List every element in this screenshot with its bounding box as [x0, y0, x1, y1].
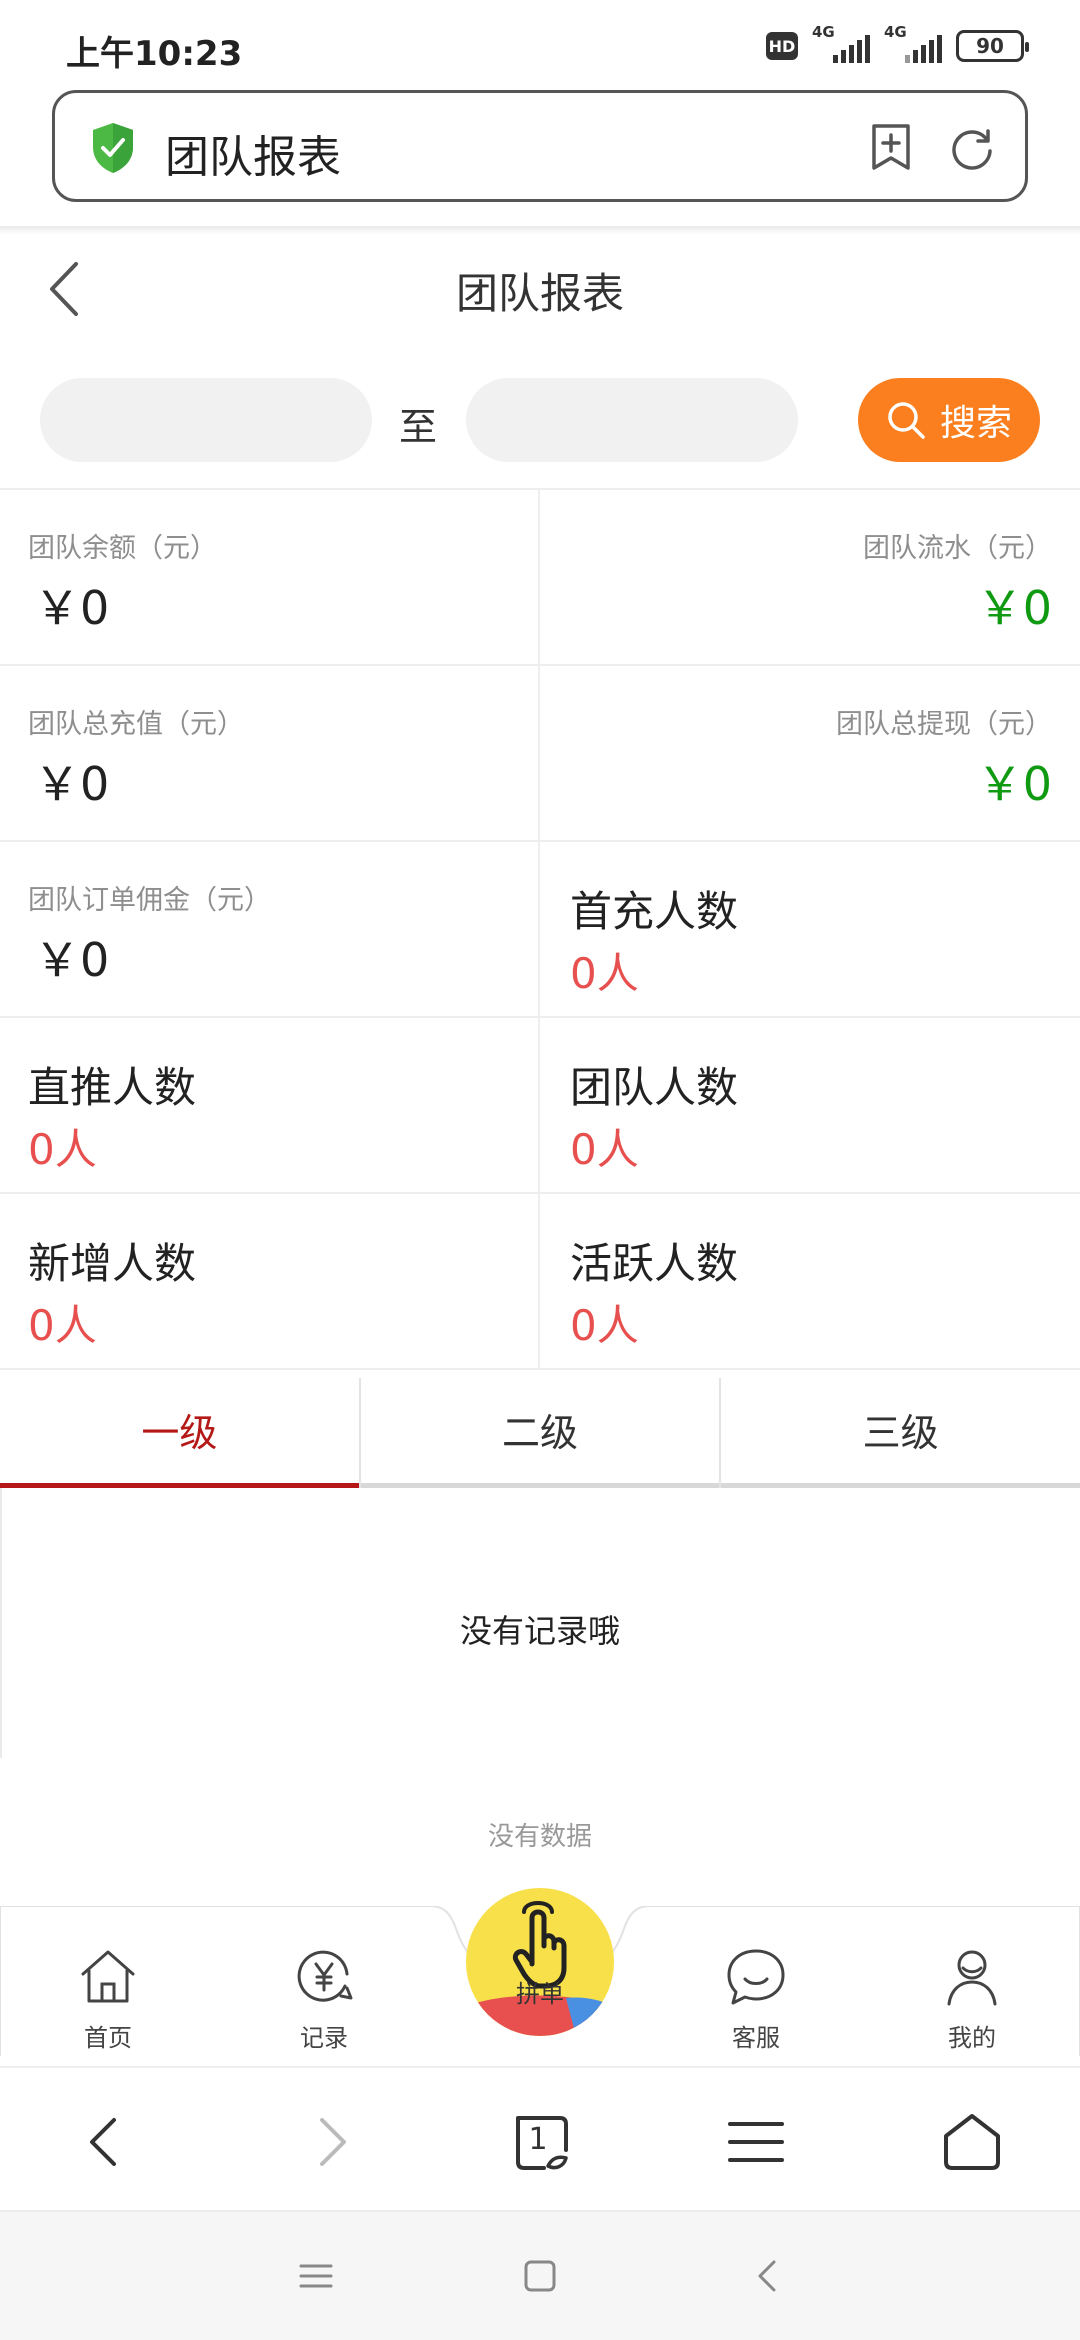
stat-label: 新增人数: [28, 1239, 197, 1288]
stat-total-recharge: 团队总充值（元） ￥0: [0, 666, 540, 842]
empty-records-text: 没有记录哦: [459, 1612, 620, 1650]
stat-label: 团队总提现（元）: [836, 709, 1052, 740]
chat-bubble-icon: [727, 1949, 785, 2005]
nav-label: 客服: [732, 2024, 780, 2052]
stat-count: 0人: [570, 1301, 639, 1350]
stat-total-withdraw: 团队总提现（元） ￥0: [540, 666, 1080, 842]
stat-label: 团队人数: [570, 1063, 739, 1112]
tab-level-1[interactable]: 一级: [0, 1378, 359, 1488]
address-bar[interactable]: 团队报表: [52, 90, 1028, 202]
tab-level-2[interactable]: 二级: [358, 1378, 720, 1488]
stat-first-recharge: 首充人数 0人: [540, 842, 1080, 1018]
status-bar: 上午10:23 HD 4G 4G 90: [0, 0, 1080, 86]
nav-records[interactable]: 记录: [264, 1946, 384, 2058]
refresh-icon[interactable]: [947, 123, 997, 173]
stat-label: 团队余额（元）: [28, 533, 217, 564]
nav-label: 记录: [300, 2024, 348, 2052]
stat-team-balance: 团队余额（元） ￥0: [0, 490, 540, 666]
nav-home[interactable]: 首页: [48, 1946, 168, 2058]
tap-hand-icon: [466, 1901, 614, 2036]
home-square-icon[interactable]: [522, 2258, 558, 2294]
forward-arrow-icon[interactable]: [298, 2110, 362, 2174]
browser-toolbar: 1: [0, 2066, 1080, 2210]
hd-icon: HD: [766, 32, 798, 60]
tab-label: 二级: [502, 1411, 579, 1455]
search-button[interactable]: 搜索: [858, 378, 1040, 462]
level-tabs: 一级 二级 三级: [0, 1378, 1080, 1488]
stat-team-turnover: 团队流水（元） ￥0: [540, 490, 1080, 666]
tabs-button[interactable]: 1: [510, 2110, 574, 2174]
home-icon: [81, 1950, 135, 2003]
stat-count: 0人: [570, 949, 639, 998]
network-type-2: 4G: [884, 23, 907, 41]
stat-value: ￥0: [976, 757, 1052, 811]
stat-value: ￥0: [976, 581, 1052, 635]
recents-icon[interactable]: [298, 2258, 334, 2294]
signal-icon: 4G: [812, 23, 870, 63]
stat-value: ￥0: [34, 581, 110, 635]
bookmark-add-icon[interactable]: [869, 123, 913, 171]
divider: [0, 226, 1080, 234]
back-arrow-icon[interactable]: [74, 2110, 138, 2174]
stat-label: 团队流水（元）: [863, 533, 1052, 564]
nav-group-buy[interactable]: 拼单: [466, 1888, 614, 2036]
date-separator: 至: [398, 405, 437, 449]
stat-direct-referrals: 直推人数 0人: [0, 1018, 540, 1194]
stat-label: 直推人数: [28, 1063, 197, 1112]
menu-icon[interactable]: [724, 2110, 788, 2174]
battery-icon: 90: [956, 30, 1029, 62]
battery-level: 90: [976, 34, 1004, 58]
user-icon: [947, 1950, 997, 2006]
page-title: 团队报表: [455, 269, 624, 318]
stat-count: 0人: [28, 1125, 97, 1174]
nav-mine[interactable]: 我的: [912, 1946, 1032, 2058]
nav-label: 首页: [84, 2024, 132, 2052]
nav-label: 我的: [948, 2024, 996, 2052]
tab-count: 1: [528, 2122, 548, 2157]
no-data-text: 没有数据: [487, 1822, 592, 1852]
nav-label: 拼单: [516, 1980, 564, 2008]
tab-label: 三级: [862, 1411, 939, 1455]
search-icon: [888, 402, 925, 439]
stat-new-members: 新增人数 0人: [0, 1194, 540, 1370]
address-title: 团队报表: [165, 132, 341, 183]
signal-icon-2: 4G: [884, 23, 942, 63]
stat-count: 0人: [570, 1125, 639, 1174]
nav-service[interactable]: 客服: [696, 1946, 816, 2058]
stat-order-commission: 团队订单佣金（元） ￥0: [0, 842, 540, 1018]
back-triangle-icon[interactable]: [750, 2258, 786, 2294]
status-time: 上午10:23: [66, 34, 243, 74]
tab-level-3[interactable]: 三级: [719, 1378, 1080, 1488]
stat-active-members: 活跃人数 0人: [540, 1194, 1080, 1370]
home-outline-icon[interactable]: [940, 2110, 1004, 2174]
end-date-input[interactable]: [466, 378, 798, 462]
tab-label: 一级: [141, 1411, 218, 1455]
stat-label: 首充人数: [570, 887, 739, 936]
search-button-label: 搜索: [939, 403, 1012, 444]
stat-label: 团队总充值（元）: [28, 709, 244, 740]
status-icons: HD 4G 4G 90: [766, 23, 1029, 64]
start-date-input[interactable]: [40, 378, 372, 462]
stat-count: 0人: [28, 1301, 97, 1350]
yuan-record-icon: [297, 1950, 353, 2002]
stat-value: ￥0: [34, 933, 110, 987]
stat-label: 活跃人数: [570, 1239, 739, 1288]
shield-check-icon: [93, 123, 133, 173]
stat-team-members: 团队人数 0人: [540, 1018, 1080, 1194]
stat-value: ￥0: [34, 757, 110, 811]
stat-label: 团队订单佣金（元）: [28, 885, 271, 916]
system-nav-bar: [0, 2210, 1080, 2340]
network-type-1: 4G: [812, 23, 835, 41]
